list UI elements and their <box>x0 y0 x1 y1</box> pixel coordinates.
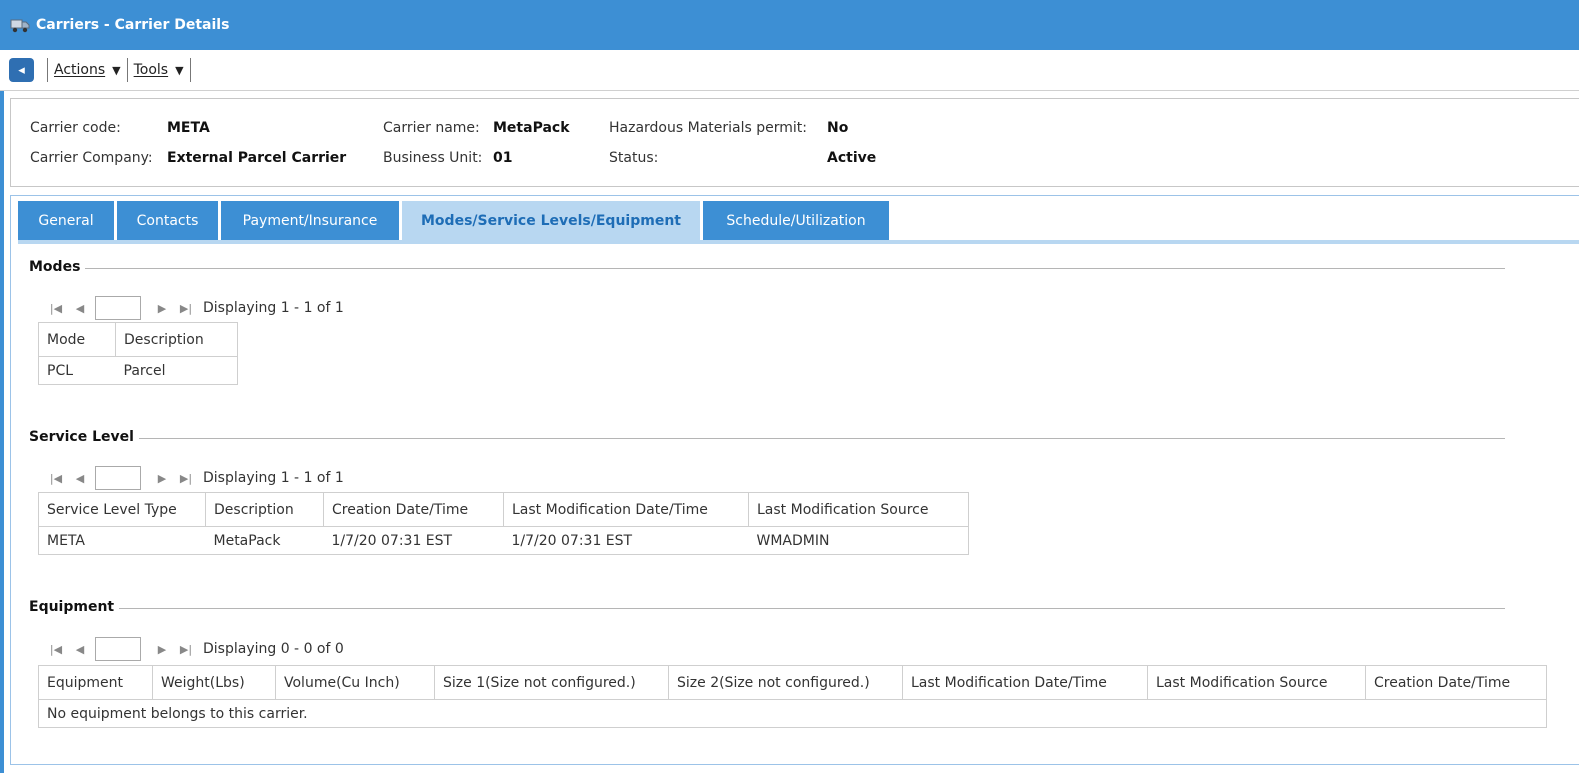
next-page-icon[interactable]: ▶ <box>155 643 169 656</box>
table-cell: Parcel <box>115 356 238 385</box>
pager-status-text: Displaying 1 - 1 of 1 <box>203 470 344 486</box>
tab-general[interactable]: General <box>18 201 114 240</box>
column-header-last-modification-date-time[interactable]: Last Modification Date/Time <box>503 492 749 527</box>
last-page-icon[interactable]: ▶| <box>179 643 193 656</box>
column-header-description[interactable]: Description <box>115 322 238 357</box>
column-header-creation-date-time[interactable]: Creation Date/Time <box>1365 665 1547 700</box>
status-label: Status: <box>609 150 659 166</box>
carrier-company-value: External Parcel Carrier <box>167 150 347 166</box>
tab-contacts[interactable]: Contacts <box>117 201 218 240</box>
column-header-mode[interactable]: Mode <box>38 322 116 357</box>
column-header-equipment[interactable]: Equipment <box>38 665 153 700</box>
business-unit-label: Business Unit: <box>383 150 483 166</box>
column-header-creation-date-time[interactable]: Creation Date/Time <box>323 492 504 527</box>
prev-page-icon[interactable]: ◀ <box>73 643 87 656</box>
truck-icon <box>10 16 30 34</box>
equipment-section-divider <box>30 608 1505 609</box>
table-cell: META <box>38 526 206 555</box>
pager-status-text: Displaying 1 - 1 of 1 <box>203 300 344 316</box>
prev-page-icon[interactable]: ◀ <box>73 302 87 315</box>
next-page-icon[interactable]: ▶ <box>155 472 169 485</box>
modes-section-title: Modes <box>29 259 86 275</box>
toolbar: ◂ Actions ▼ Tools ▼ <box>0 50 1579 91</box>
equipment-section-title: Equipment <box>29 599 120 615</box>
service-level-pager: |◀ ◀ ▶ ▶| Displaying 1 - 1 of 1 <box>49 466 344 490</box>
chevron-down-icon: ▼ <box>112 63 121 77</box>
tab-bar: General Contacts Payment/Insurance Modes… <box>18 201 892 240</box>
column-header-size-2[interactable]: Size 2(Size not configured.) <box>668 665 903 700</box>
column-header-description[interactable]: Description <box>205 492 324 527</box>
service-level-table: Service Level Type Description Creation … <box>38 492 969 555</box>
tools-menu[interactable]: Tools ▼ <box>134 62 184 78</box>
pager-status-text: Displaying 0 - 0 of 0 <box>203 641 344 657</box>
actions-menu-label: Actions <box>54 62 106 78</box>
window-title: Carriers - Carrier Details <box>36 17 230 33</box>
left-accent-strip <box>0 91 4 773</box>
carrier-name-label: Carrier name: <box>383 120 480 136</box>
table-row[interactable]: META MetaPack 1/7/20 07:31 EST 1/7/20 07… <box>38 526 969 555</box>
equipment-table: Equipment Weight(Lbs) Volume(Cu Inch) Si… <box>38 665 1547 728</box>
carrier-name-value: MetaPack <box>493 120 570 136</box>
tab-modes-service-levels-equipment[interactable]: Modes/Service Levels/Equipment <box>402 201 700 240</box>
table-row: No equipment belongs to this carrier. <box>38 699 1547 728</box>
service-level-section-title: Service Level <box>29 429 139 445</box>
table-cell: 1/7/20 07:31 EST <box>323 526 504 555</box>
carrier-code-label: Carrier code: <box>30 120 121 136</box>
carrier-company-label: Carrier Company: <box>30 150 153 166</box>
carrier-summary-panel: Carrier code: META Carrier Company: Exte… <box>10 98 1579 187</box>
modes-section-divider <box>30 268 1505 269</box>
title-bar: Carriers - Carrier Details <box>0 0 1579 50</box>
toolbar-divider <box>126 58 128 82</box>
last-page-icon[interactable]: ▶| <box>179 302 193 315</box>
empty-table-message: No equipment belongs to this carrier. <box>38 699 1547 728</box>
tools-menu-label: Tools <box>133 62 169 78</box>
back-arrow-icon: ◂ <box>18 62 25 78</box>
equipment-pager: |◀ ◀ ▶ ▶| Displaying 0 - 0 of 0 <box>49 637 344 661</box>
page-number-input[interactable] <box>95 466 141 490</box>
column-header-last-modification-source[interactable]: Last Modification Source <box>1147 665 1366 700</box>
tab-payment-insurance[interactable]: Payment/Insurance <box>221 201 399 240</box>
toolbar-divider <box>189 58 191 82</box>
actions-menu[interactable]: Actions ▼ <box>54 62 121 78</box>
first-page-icon[interactable]: |◀ <box>49 643 63 656</box>
column-header-service-level-type[interactable]: Service Level Type <box>38 492 206 527</box>
status-value: Active <box>827 150 877 166</box>
column-header-last-modification-source[interactable]: Last Modification Source <box>748 492 969 527</box>
column-header-volume[interactable]: Volume(Cu Inch) <box>275 665 435 700</box>
page-number-input[interactable] <box>95 637 141 661</box>
first-page-icon[interactable]: |◀ <box>49 302 63 315</box>
table-cell: MetaPack <box>205 526 324 555</box>
hazmat-permit-value: No <box>827 120 849 136</box>
modes-pager: |◀ ◀ ▶ ▶| Displaying 1 - 1 of 1 <box>49 296 344 320</box>
tab-underline <box>18 240 1579 244</box>
first-page-icon[interactable]: |◀ <box>49 472 63 485</box>
page-number-input[interactable] <box>95 296 141 320</box>
tab-schedule-utilization[interactable]: Schedule/Utilization <box>703 201 889 240</box>
back-button[interactable]: ◂ <box>9 58 34 82</box>
carrier-code-value: META <box>167 120 210 136</box>
table-cell: 1/7/20 07:31 EST <box>503 526 749 555</box>
next-page-icon[interactable]: ▶ <box>155 302 169 315</box>
table-cell: PCL <box>38 356 116 385</box>
hazmat-permit-label: Hazardous Materials permit: <box>609 120 807 136</box>
table-row[interactable]: PCL Parcel <box>38 356 238 385</box>
column-header-size-1[interactable]: Size 1(Size not configured.) <box>434 665 669 700</box>
service-level-section-divider <box>30 438 1505 439</box>
chevron-down-icon: ▼ <box>175 63 184 77</box>
prev-page-icon[interactable]: ◀ <box>73 472 87 485</box>
business-unit-value: 01 <box>493 150 513 166</box>
toolbar-divider <box>47 58 48 82</box>
modes-table: Mode Description PCL Parcel <box>38 322 238 385</box>
last-page-icon[interactable]: ▶| <box>179 472 193 485</box>
column-header-weight[interactable]: Weight(Lbs) <box>152 665 276 700</box>
column-header-last-modification-date-time[interactable]: Last Modification Date/Time <box>902 665 1148 700</box>
table-cell: WMADMIN <box>748 526 969 555</box>
